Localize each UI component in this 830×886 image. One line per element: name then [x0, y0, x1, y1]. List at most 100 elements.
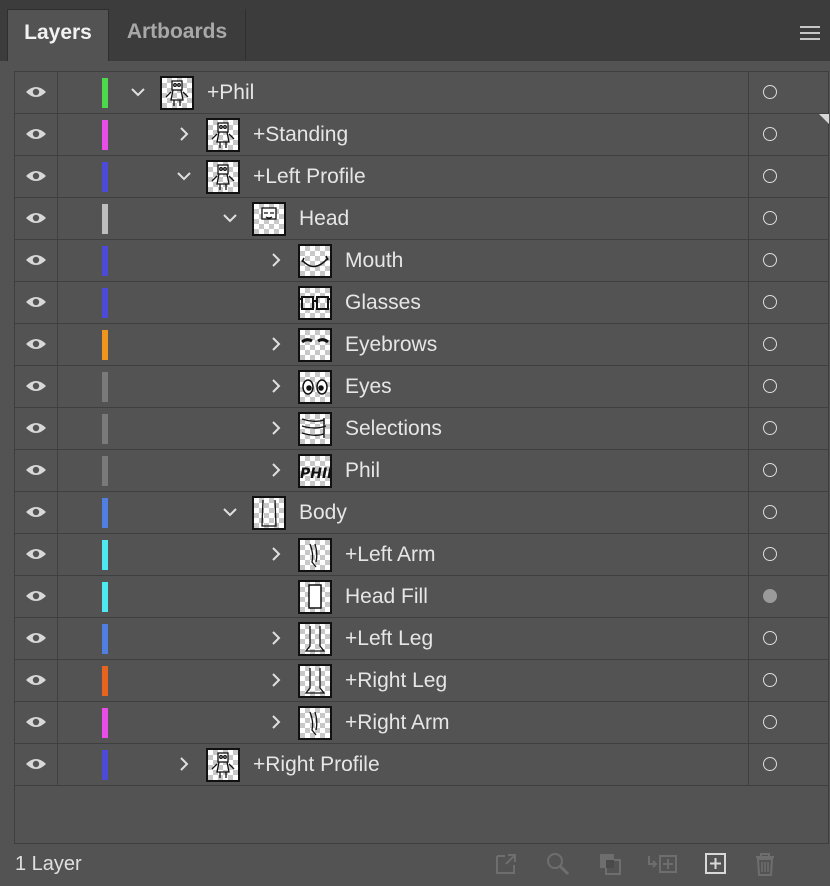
layer-name[interactable]: Phil	[345, 459, 380, 483]
new-layer-icon[interactable]	[703, 851, 729, 877]
target-cell[interactable]	[748, 156, 829, 197]
chevron-right-icon[interactable]	[268, 714, 284, 730]
lock-toggle[interactable]	[57, 660, 99, 701]
chevron-down-icon[interactable]	[130, 84, 146, 100]
eye-icon[interactable]	[25, 127, 47, 141]
lock-toggle[interactable]	[57, 366, 99, 407]
visibility-toggle[interactable]	[15, 618, 58, 659]
layer-row[interactable]: Head Fill	[15, 576, 828, 618]
eye-icon[interactable]	[25, 379, 47, 393]
layer-name[interactable]: Eyebrows	[345, 333, 437, 357]
layer-name[interactable]: Head Fill	[345, 585, 428, 609]
visibility-toggle[interactable]	[15, 366, 58, 407]
visibility-toggle[interactable]	[15, 576, 58, 617]
lock-toggle[interactable]	[57, 534, 99, 575]
layer-row[interactable]: Body	[15, 492, 828, 534]
visibility-toggle[interactable]	[15, 72, 58, 113]
layer-name[interactable]: +Phil	[207, 81, 254, 105]
visibility-toggle[interactable]	[15, 744, 58, 785]
target-circle-icon[interactable]	[763, 169, 777, 183]
chevron-down-icon[interactable]	[222, 210, 238, 226]
target-circle-icon[interactable]	[763, 673, 777, 687]
tab-artboards[interactable]: Artboards	[109, 9, 246, 61]
target-cell[interactable]	[748, 240, 829, 281]
target-circle-icon[interactable]	[763, 211, 777, 225]
visibility-toggle[interactable]	[15, 702, 58, 743]
layer-name[interactable]: +Left Leg	[345, 627, 433, 651]
make-clipping-mask-icon[interactable]	[597, 851, 623, 877]
hamburger-menu-icon[interactable]	[800, 26, 820, 40]
target-cell[interactable]	[748, 492, 829, 533]
target-cell[interactable]	[748, 450, 829, 491]
eye-icon[interactable]	[25, 421, 47, 435]
target-circle-icon[interactable]	[763, 85, 777, 99]
eye-icon[interactable]	[25, 295, 47, 309]
target-circle-icon[interactable]	[763, 295, 777, 309]
eye-icon[interactable]	[25, 715, 47, 729]
visibility-toggle[interactable]	[15, 114, 58, 155]
target-circle-icon[interactable]	[763, 463, 777, 477]
eye-icon[interactable]	[25, 547, 47, 561]
visibility-toggle[interactable]	[15, 492, 58, 533]
target-circle-icon[interactable]	[763, 127, 777, 141]
layer-name[interactable]: +Right Leg	[345, 669, 447, 693]
layer-name[interactable]: Selections	[345, 417, 442, 441]
chevron-right-icon[interactable]	[268, 420, 284, 436]
chevron-down-icon[interactable]	[176, 168, 192, 184]
layer-row[interactable]: Selections	[15, 408, 828, 450]
lock-toggle[interactable]	[57, 492, 99, 533]
eye-icon[interactable]	[25, 169, 47, 183]
chevron-right-icon[interactable]	[268, 546, 284, 562]
target-circle-icon[interactable]	[763, 589, 777, 603]
target-cell[interactable]	[748, 702, 829, 743]
target-circle-icon[interactable]	[763, 337, 777, 351]
layer-row[interactable]: Eyes	[15, 366, 828, 408]
visibility-toggle[interactable]	[15, 534, 58, 575]
layer-row[interactable]: Mouth	[15, 240, 828, 282]
target-cell[interactable]	[748, 72, 829, 113]
visibility-toggle[interactable]	[15, 324, 58, 365]
target-cell[interactable]	[748, 114, 829, 155]
delete-icon[interactable]	[752, 851, 778, 877]
lock-toggle[interactable]	[57, 72, 99, 113]
eye-icon[interactable]	[25, 463, 47, 477]
layer-row[interactable]: +Left Profile	[15, 156, 828, 198]
chevron-right-icon[interactable]	[268, 672, 284, 688]
layer-row[interactable]: +Right Leg	[15, 660, 828, 702]
layer-row[interactable]: +Right Profile	[15, 744, 828, 786]
eye-icon[interactable]	[25, 757, 47, 771]
target-cell[interactable]	[748, 618, 829, 659]
tab-layers[interactable]: Layers	[7, 9, 109, 61]
layer-name[interactable]: Eyes	[345, 375, 392, 399]
target-circle-icon[interactable]	[763, 421, 777, 435]
layer-name[interactable]: Head	[299, 207, 349, 231]
layer-row[interactable]: Head	[15, 198, 828, 240]
create-sublayer-icon[interactable]	[647, 851, 679, 877]
target-circle-icon[interactable]	[763, 715, 777, 729]
eye-icon[interactable]	[25, 589, 47, 603]
chevron-right-icon[interactable]	[268, 378, 284, 394]
eye-icon[interactable]	[25, 337, 47, 351]
lock-toggle[interactable]	[57, 576, 99, 617]
export-icon[interactable]	[493, 851, 519, 877]
layer-name[interactable]: Mouth	[345, 249, 403, 273]
chevron-right-icon[interactable]	[268, 252, 284, 268]
chevron-right-icon[interactable]	[176, 756, 192, 772]
chevron-right-icon[interactable]	[268, 462, 284, 478]
chevron-down-icon[interactable]	[222, 504, 238, 520]
target-cell[interactable]	[748, 576, 829, 617]
eye-icon[interactable]	[25, 631, 47, 645]
layer-row[interactable]: Glasses	[15, 282, 828, 324]
target-cell[interactable]	[748, 198, 829, 239]
target-cell[interactable]	[748, 408, 829, 449]
eye-icon[interactable]	[25, 85, 47, 99]
layer-row[interactable]: Eyebrows	[15, 324, 828, 366]
layer-row[interactable]: +Right Arm	[15, 702, 828, 744]
lock-toggle[interactable]	[57, 282, 99, 323]
target-cell[interactable]	[748, 534, 829, 575]
chevron-right-icon[interactable]	[176, 126, 192, 142]
layer-name[interactable]: +Right Profile	[253, 753, 380, 777]
layer-row[interactable]: +Left Leg	[15, 618, 828, 660]
target-circle-icon[interactable]	[763, 505, 777, 519]
layer-row[interactable]: +Standing	[15, 114, 829, 156]
